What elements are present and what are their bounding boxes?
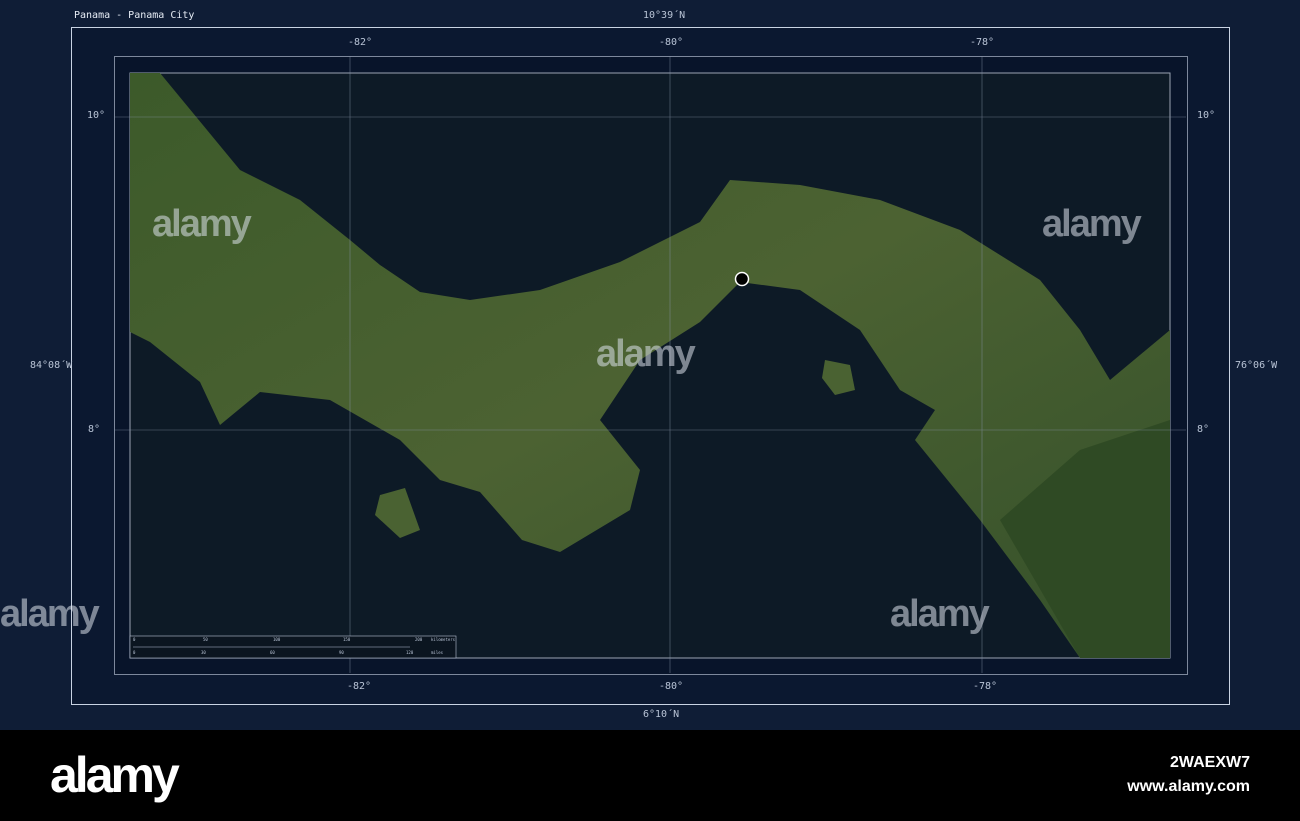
lat-tick-left: 8°	[88, 424, 101, 435]
lon-tick-top: -80°	[659, 37, 684, 48]
frame-label-left: 84°08´W	[30, 360, 73, 371]
km-tick: 100	[273, 637, 281, 642]
lon-tick-top: -82°	[348, 37, 373, 48]
mi-tick: 60	[270, 650, 275, 655]
km-tick: 150	[343, 637, 351, 642]
mi-tick: 0	[133, 650, 136, 655]
lon-tick-bottom: -78°	[973, 681, 998, 692]
mi-unit: miles	[431, 650, 444, 655]
footer-bar: alamy 2WAEXW7 www.alamy.com	[0, 730, 1300, 821]
lon-tick-top: -78°	[970, 37, 995, 48]
mi-tick: 120	[406, 650, 414, 655]
km-tick: 200	[415, 637, 423, 642]
km-unit: kilometers	[431, 637, 456, 642]
lon-tick-bottom: -82°	[347, 681, 372, 692]
city-marker-icon	[734, 271, 750, 287]
watermark: alamy	[0, 593, 100, 635]
watermark: alamy	[1042, 203, 1142, 245]
mi-tick: 90	[339, 650, 344, 655]
watermark: alamy	[152, 203, 252, 245]
watermark: alamy	[890, 593, 990, 635]
frame-label-top: 10°39´N	[643, 10, 686, 21]
lon-tick-bottom: -80°	[659, 681, 684, 692]
image-id: 2WAEXW7	[1169, 754, 1250, 771]
km-tick: 0	[133, 637, 136, 642]
frame-label-right: 76°06´W	[1235, 360, 1278, 371]
satellite-map[interactable]	[0, 0, 1300, 821]
alamy-url[interactable]: www.alamy.com	[1127, 778, 1250, 796]
lat-tick-right: 10°	[1197, 110, 1216, 121]
mi-tick: 30	[201, 650, 206, 655]
lat-tick-left: 10°	[87, 110, 106, 121]
lat-tick-right: 8°	[1197, 424, 1210, 435]
watermark: alamy	[596, 333, 696, 375]
km-tick: 50	[203, 637, 208, 642]
frame-label-bottom: 6°10´N	[643, 709, 680, 720]
alamy-logo: alamy	[50, 747, 180, 803]
